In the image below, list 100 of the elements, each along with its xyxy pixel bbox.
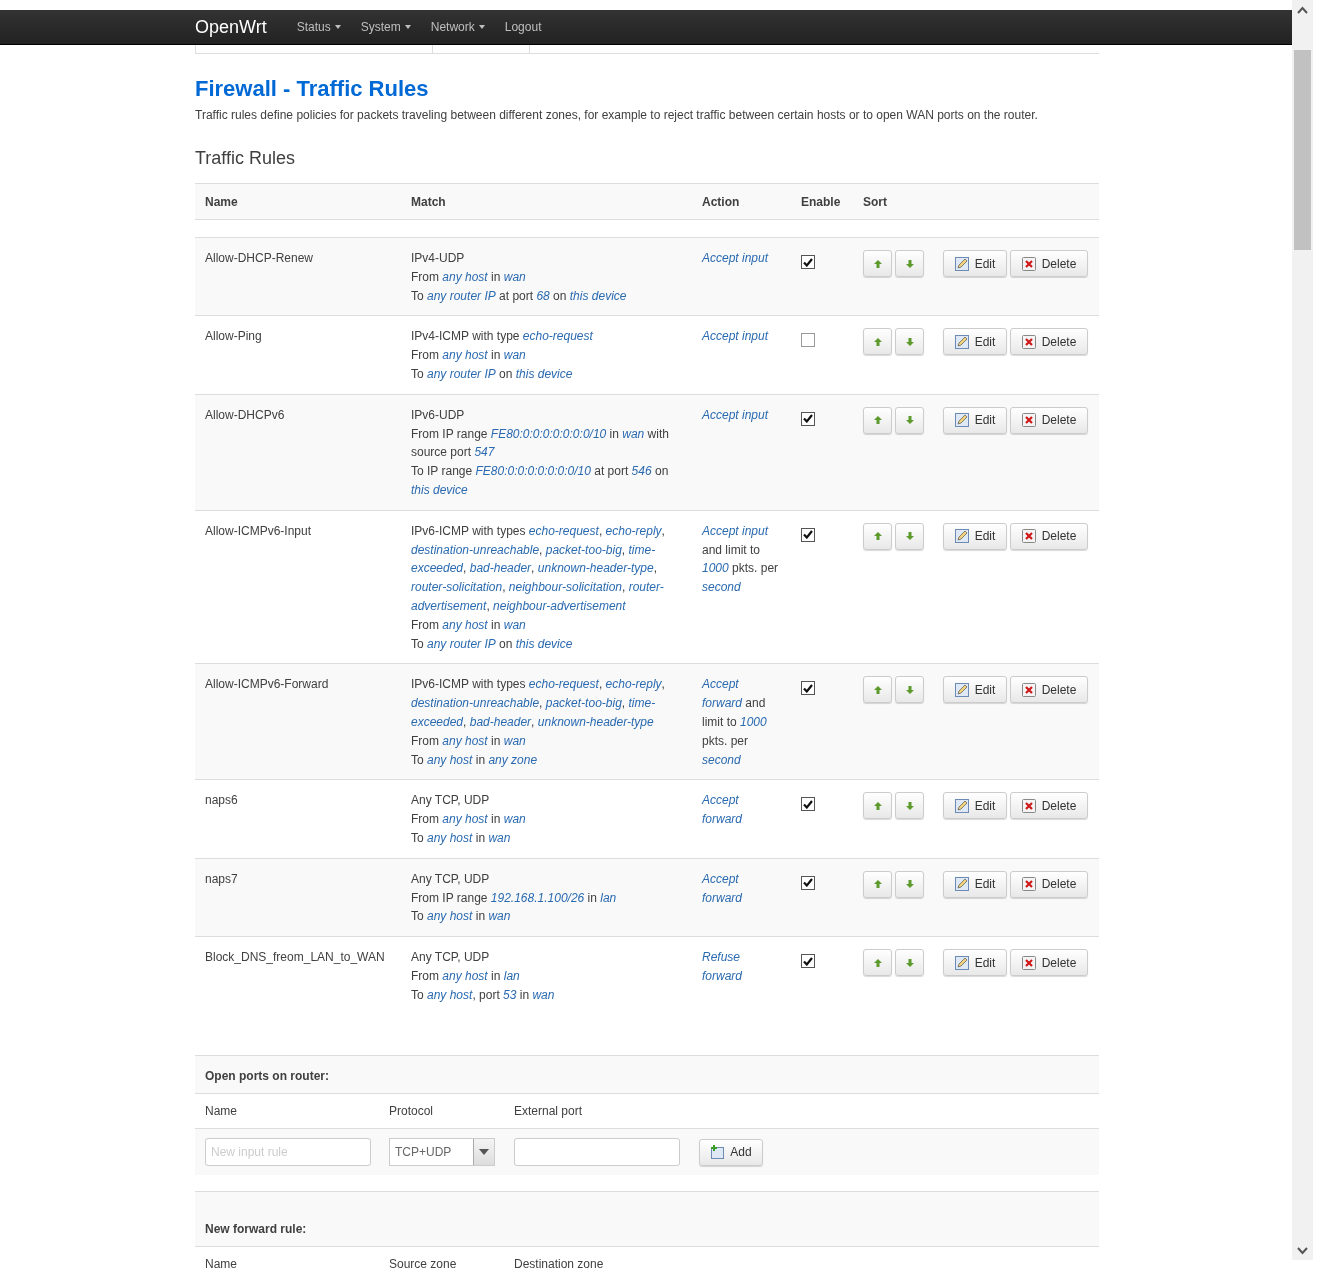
- edit-button[interactable]: Edit: [943, 328, 1007, 356]
- pencil-icon: [954, 334, 969, 349]
- move-up-button[interactable]: [863, 522, 892, 550]
- move-up-button[interactable]: [863, 406, 892, 434]
- enable-checkbox[interactable]: [801, 255, 815, 269]
- down-arrow-icon: [905, 416, 914, 425]
- down-arrow-icon: [905, 958, 914, 967]
- nav-menu-item[interactable]: Logout: [504, 20, 542, 34]
- delete-icon: [1021, 955, 1036, 970]
- match-line: Any TCP, UDP: [411, 792, 491, 810]
- column-label: Destination zone: [514, 1256, 605, 1271]
- move-down-button[interactable]: [895, 792, 924, 820]
- column-label: Source zone: [389, 1256, 458, 1271]
- column-label: Protocol: [389, 1103, 435, 1118]
- delete-button[interactable]: Delete: [1010, 328, 1088, 356]
- move-up-button[interactable]: [863, 870, 892, 898]
- move-down-button[interactable]: [895, 522, 924, 550]
- section-heading: New forward rule:: [195, 1190, 1099, 1246]
- move-up-button[interactable]: [863, 949, 892, 977]
- move-up-button[interactable]: [863, 792, 892, 820]
- edit-button[interactable]: Edit: [943, 870, 1007, 898]
- delete-icon: [1021, 334, 1036, 349]
- delete-icon: [1021, 256, 1036, 271]
- enable-checkbox[interactable]: [801, 875, 815, 890]
- pencil-icon: [954, 955, 969, 970]
- enable-checkbox[interactable]: [801, 797, 815, 812]
- match-line: To any host, port 53 in wan: [411, 986, 556, 1004]
- edit-button[interactable]: Edit: [943, 406, 1007, 434]
- rule-name: Allow-ICMPv6-Input: [205, 523, 312, 538]
- pencil-icon: [954, 798, 969, 813]
- move-down-button[interactable]: [895, 870, 924, 898]
- enable-checkbox[interactable]: [801, 954, 815, 969]
- up-arrow-icon: [873, 801, 882, 810]
- external-port-input[interactable]: [514, 1137, 680, 1166]
- rule-action: Accept input: [702, 251, 769, 265]
- move-down-button[interactable]: [895, 949, 924, 977]
- pencil-icon: [954, 682, 969, 697]
- match-line: From any host in wan: [411, 811, 527, 829]
- delete-button[interactable]: Delete: [1010, 792, 1088, 820]
- match-line: To IP range FE80:0:0:0:0:0:0:0/10 at port 546 on this device: [411, 463, 670, 499]
- up-arrow-icon: [873, 685, 882, 694]
- enable-checkbox[interactable]: [801, 681, 815, 696]
- scrollbar-thumb[interactable]: [1294, 50, 1311, 250]
- section-title: Traffic Rules: [195, 148, 297, 169]
- move-up-button[interactable]: [863, 676, 892, 704]
- enable-checkbox[interactable]: [801, 411, 815, 426]
- rule-name: Allow-DHCP-Renew: [205, 251, 314, 265]
- nav-menu-item[interactable]: Network: [430, 20, 485, 34]
- move-up-button[interactable]: [863, 328, 892, 356]
- page-description: Traffic rules define policies for packets traveling between different zones, for example to reject traffic between certain hosts or to open WAN ports on the router.: [195, 108, 1039, 122]
- move-up-button[interactable]: [863, 250, 892, 277]
- up-arrow-icon: [873, 259, 882, 268]
- column-header: Name: [195, 183, 401, 220]
- brand-link[interactable]: OpenWrt: [195, 16, 267, 38]
- match-line: IPv4-ICMP with type echo-request: [411, 328, 594, 346]
- delete-button[interactable]: Delete: [1010, 522, 1088, 550]
- column-label: Name: [205, 1256, 238, 1271]
- pencil-icon: [954, 413, 969, 428]
- edit-button[interactable]: Edit: [943, 250, 1007, 277]
- match-line: From any host in wan: [411, 347, 527, 365]
- rule-name: naps7: [205, 871, 238, 886]
- edit-button[interactable]: Edit: [943, 676, 1007, 704]
- column-header: Sort: [853, 183, 933, 220]
- delete-button[interactable]: Delete: [1010, 250, 1088, 277]
- edit-button[interactable]: Edit: [943, 522, 1007, 550]
- up-arrow-icon: [873, 532, 882, 541]
- match-line: From any host in wan: [411, 268, 527, 286]
- add-button[interactable]: Add: [699, 1138, 763, 1166]
- up-arrow-icon: [873, 880, 882, 889]
- match-line: IPv4-UDP: [411, 250, 466, 267]
- delete-button[interactable]: Delete: [1010, 676, 1088, 704]
- move-down-button[interactable]: [895, 676, 924, 704]
- edit-button[interactable]: Edit: [943, 949, 1007, 977]
- edit-button[interactable]: Edit: [943, 792, 1007, 820]
- delete-icon: [1021, 529, 1036, 544]
- section-heading: Open ports on router:: [195, 1054, 1099, 1093]
- rule-action: Accept forward: [702, 793, 742, 827]
- match-line: To any host in wan: [411, 829, 512, 847]
- delete-button[interactable]: Delete: [1010, 870, 1088, 898]
- up-arrow-icon: [873, 958, 882, 967]
- delete-button[interactable]: Delete: [1010, 406, 1088, 434]
- move-down-button[interactable]: [895, 250, 924, 277]
- column-header: Action: [692, 183, 791, 220]
- enable-checkbox[interactable]: [801, 527, 815, 542]
- rule-action: Accept input and limit to 1000 pkts. per second: [702, 523, 779, 595]
- down-arrow-icon: [905, 685, 914, 694]
- rule-action: Accept input: [702, 407, 769, 422]
- enable-checkbox[interactable]: [801, 333, 815, 348]
- match-line: To any host in any zone: [411, 751, 539, 769]
- nav-menu-item[interactable]: Status: [296, 20, 341, 34]
- protocol-select[interactable]: TCP+UDP: [389, 1137, 495, 1166]
- match-line: From any host in lan: [411, 967, 521, 985]
- move-down-button[interactable]: [895, 328, 924, 356]
- match-line: From IP range 192.168.1.100/26 in lan: [411, 889, 618, 907]
- pencil-icon: [954, 256, 969, 271]
- move-down-button[interactable]: [895, 406, 924, 434]
- match-line: IPv6-UDP: [411, 406, 466, 424]
- delete-button[interactable]: Delete: [1010, 949, 1088, 977]
- nav-menu-item[interactable]: System: [360, 20, 411, 34]
- rule-action: Accept forward: [702, 871, 742, 905]
